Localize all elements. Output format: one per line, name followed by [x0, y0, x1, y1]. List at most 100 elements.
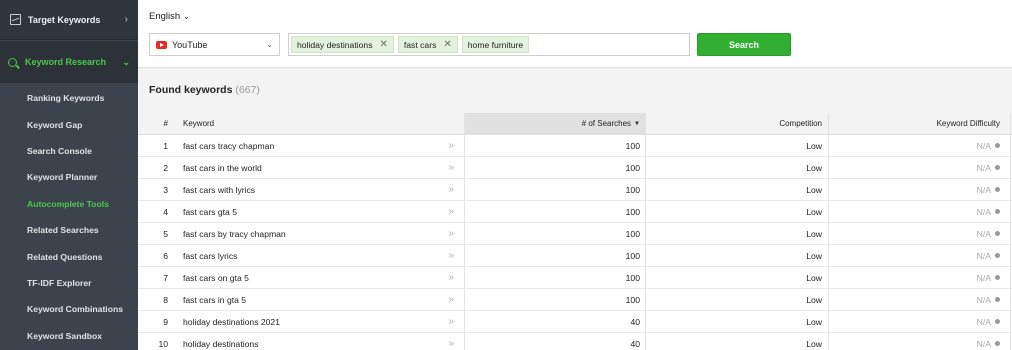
found-title: Found keywords [149, 84, 233, 96]
row-number: 3 [163, 184, 168, 195]
keyword-text[interactable]: fast cars on gta 5 [183, 273, 249, 283]
sidebar-item-keyword-sandbox[interactable]: Keyword Sandbox [0, 323, 138, 349]
keyword-text[interactable]: fast cars by tracy chapman [183, 229, 286, 239]
competition-cell: Low [646, 223, 829, 244]
sidebar-item-keyword-planner[interactable]: Keyword Planner [0, 164, 138, 190]
double-chevron-right-icon[interactable]: » [448, 140, 454, 151]
competition-cell: Low [646, 245, 829, 266]
difficulty-cell: N/A [829, 179, 1011, 200]
difficulty-value: N/A [976, 184, 991, 195]
sidebar-item-related-questions[interactable]: Related Questions [0, 243, 138, 269]
competition-cell: Low [646, 201, 829, 222]
table-body: 1 fast cars tracy chapman» 100 Low N/A 2 fast … [138, 135, 1012, 350]
difficulty-value: N/A [976, 294, 991, 305]
double-chevron-right-icon[interactable]: » [448, 294, 454, 305]
status-dot-icon [995, 253, 1000, 258]
keyword-cell: fast cars by tracy chapman » [175, 223, 465, 244]
keyword-text[interactable]: fast cars in gta 5 [183, 295, 246, 305]
difficulty-cell: N/A [829, 201, 1011, 222]
keywords-input[interactable]: holiday destinations ✕ fast cars ✕ home … [288, 33, 690, 56]
column-header-competition[interactable]: Competition [646, 113, 829, 134]
row-number: 9 [163, 316, 168, 327]
source-select[interactable]: YouTube ⌄ [149, 33, 280, 56]
table-row[interactable]: 9 holiday destinations 2021 » 40 Low N/A [138, 311, 1012, 333]
table-row[interactable]: 2 fast cars in the world » 100 Low N/A [138, 157, 1012, 179]
status-dot-icon [995, 319, 1000, 324]
searches-cell: 100 [465, 157, 646, 178]
sidebar-section-keyword-research[interactable]: Keyword Research ⌄ [0, 41, 138, 83]
keyword-cell: holiday destinations » [175, 333, 465, 350]
row-number: 2 [163, 162, 168, 173]
column-header-searches[interactable]: # of Searches ▼ [465, 113, 646, 134]
competition-cell: Low [646, 157, 829, 178]
double-chevron-right-icon[interactable]: » [448, 184, 454, 195]
table-row[interactable]: 1 fast cars tracy chapman » 100 Low N/A [138, 135, 1012, 157]
column-header-difficulty[interactable]: Keyword Difficulty [829, 113, 1011, 134]
double-chevron-right-icon[interactable]: » [448, 250, 454, 261]
searches-cell: 100 [465, 179, 646, 200]
table-row[interactable]: 5 fast cars by tracy chapman » 100 Low N/A [138, 223, 1012, 245]
difficulty-value: N/A [976, 272, 991, 283]
keyword-cell: fast cars tracy chapman » [175, 135, 465, 156]
keyword-text[interactable]: holiday destinations [183, 339, 259, 349]
sidebar-item-search-console[interactable]: Search Console [0, 138, 138, 164]
row-number: 4 [163, 206, 168, 217]
table-row[interactable]: 4 fast cars gta 5 » 100 Low N/A [138, 201, 1012, 223]
keyword-text[interactable]: fast cars with lyrics [183, 185, 255, 195]
double-chevron-right-icon[interactable]: » [448, 272, 454, 283]
column-header-keyword[interactable]: Keyword [175, 113, 465, 134]
sidebar-item-related-searches[interactable]: Related Searches [0, 217, 138, 243]
close-icon[interactable]: ✕ [380, 39, 388, 50]
table-row[interactable]: 7 fast cars on gta 5 » 100 Low N/A [138, 267, 1012, 289]
table-row[interactable]: 8 fast cars in gta 5 » 100 Low N/A [138, 289, 1012, 311]
language-label: English [149, 11, 181, 22]
sidebar-item-autocomplete-tools[interactable]: Autocomplete Tools [0, 191, 138, 217]
table-row[interactable]: 3 fast cars with lyrics » 100 Low N/A [138, 179, 1012, 201]
difficulty-cell: N/A [829, 223, 1011, 244]
keyword-cell: fast cars in gta 5 » [175, 289, 465, 310]
table-row[interactable]: 10 holiday destinations » 40 Low N/A [138, 333, 1012, 350]
row-number: 5 [163, 228, 168, 239]
keyword-text[interactable]: fast cars tracy chapman [183, 141, 274, 151]
difficulty-cell: N/A [829, 245, 1011, 266]
keyword-text[interactable]: fast cars in the world [183, 163, 262, 173]
found-keywords-heading: Found keywords (667) [149, 84, 260, 96]
keyword-cell: fast cars lyrics » [175, 245, 465, 266]
double-chevron-right-icon[interactable]: » [448, 338, 454, 349]
sidebar-item-tf-idf-explorer[interactable]: TF-IDF Explorer [0, 270, 138, 296]
double-chevron-right-icon[interactable]: » [448, 316, 454, 327]
competition-cell: Low [646, 333, 829, 350]
sidebar-item-ranking-keywords[interactable]: Ranking Keywords [0, 85, 138, 111]
difficulty-value: N/A [976, 338, 991, 349]
double-chevron-right-icon[interactable]: » [448, 228, 454, 239]
searches-cell: 100 [465, 135, 646, 156]
difficulty-value: N/A [976, 206, 991, 217]
keyword-text[interactable]: holiday destinations 2021 [183, 317, 280, 327]
double-chevron-right-icon[interactable]: » [448, 162, 454, 173]
status-dot-icon [995, 341, 1000, 346]
sidebar-item-keyword-gap[interactable]: Keyword Gap [0, 111, 138, 137]
sidebar-item-target-keywords[interactable]: Target Keywords › [0, 0, 138, 40]
search-toolbar: English ⌄ YouTube ⌄ holiday destinations … [138, 0, 1012, 68]
close-icon[interactable]: ✕ [443, 39, 451, 50]
searches-cell: 40 [465, 311, 646, 332]
table-row[interactable]: 6 fast cars lyrics » 100 Low N/A [138, 245, 1012, 267]
difficulty-value: N/A [976, 162, 991, 173]
double-chevron-right-icon[interactable]: » [448, 206, 454, 217]
chevron-down-icon: ⌄ [266, 40, 273, 49]
row-number: 7 [163, 272, 168, 283]
sidebar: Target Keywords › Keyword Research ⌄ Ran… [0, 0, 138, 350]
keyword-text[interactable]: fast cars gta 5 [183, 207, 237, 217]
searches-cell: 100 [465, 267, 646, 288]
status-dot-icon [995, 231, 1000, 236]
competition-cell: Low [646, 289, 829, 310]
sidebar-item-keyword-combinations[interactable]: Keyword Combinations [0, 296, 138, 322]
competition-cell: Low [646, 267, 829, 288]
search-button[interactable]: Search [697, 33, 791, 56]
keyword-text[interactable]: fast cars lyrics [183, 251, 237, 261]
language-selector[interactable]: English ⌄ [149, 11, 190, 22]
sidebar-submenu: Ranking Keywords Keyword Gap Search Cons… [0, 83, 138, 349]
row-number: 1 [163, 140, 168, 151]
competition-cell: Low [646, 135, 829, 156]
sidebar-item-label: Target Keywords [28, 14, 101, 25]
